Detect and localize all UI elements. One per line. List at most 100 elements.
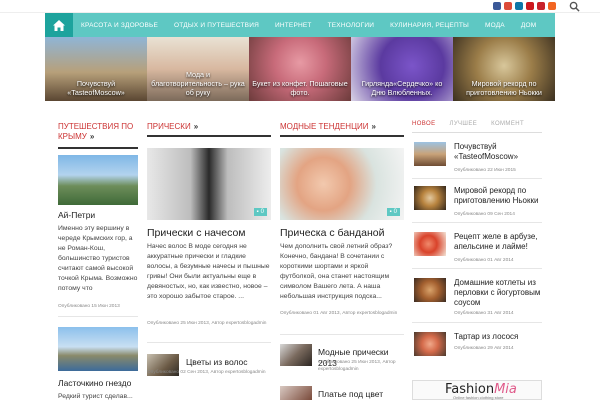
slide[interactable]: Букет из конфет. Пошаговые фото. — [249, 37, 351, 101]
sidebar-post[interactable]: Мировой рекорд по приготовлению Ньокки О… — [412, 186, 542, 224]
post-image-ai-petri[interactable] — [58, 155, 138, 205]
youtube-icon[interactable] — [526, 2, 534, 10]
nav-item-cooking[interactable]: КУЛИНАРИЯ, РЕЦЕПТЫ — [382, 22, 477, 29]
sidebar-post[interactable]: Рецепт желе в арбузе, апельсине и лайме!… — [412, 232, 542, 270]
sidebar-post[interactable]: Почувствуй «TasteofMoscow» Опубликовано … — [412, 142, 542, 180]
divider — [280, 334, 404, 335]
divider — [58, 316, 138, 317]
comment-icon: ▪ — [389, 209, 392, 215]
post-title[interactable]: Цветы из волос — [186, 357, 271, 368]
divider — [147, 135, 271, 137]
slide[interactable]: Гирлянда«Сердечко» ко Дню Влюбленных. — [351, 37, 453, 101]
post-excerpt: Редкий турист сделав... — [58, 393, 133, 400]
section-heading[interactable]: ПУТЕШЕСТВИЯ ПО КРЫМУ» — [58, 122, 138, 142]
slide-caption[interactable]: Гирлянда«Сердечко» ко Дню Влюбленных. — [351, 79, 453, 97]
sidebar-post-title[interactable]: Мировой рекорд по приготовлению Ньокки — [454, 186, 544, 206]
sidebar-post-title[interactable]: Рецепт желе в арбузе, апельсине и лайме! — [454, 232, 544, 252]
post-meta: Опубликовано 01 Авг 2013, Автор expertos… — [280, 311, 398, 316]
nav-item-technology[interactable]: ТЕХНОЛОГИИ — [320, 22, 383, 29]
featured-slider: Почувствуй «TasteofMoscow» Мода и благот… — [45, 37, 555, 101]
section-heading-text[interactable]: ПУТЕШЕСТВИЯ ПО КРЫМУ — [58, 122, 133, 141]
post-title[interactable]: Ай-Петри — [58, 210, 138, 221]
comment-count-badge[interactable]: ▪ 0 — [386, 208, 400, 216]
post-image-bandana[interactable]: ▪ 0 — [280, 148, 404, 220]
post-title[interactable]: Платье под цвет волос — [318, 389, 404, 400]
google-plus-icon[interactable] — [504, 2, 512, 10]
sidebar-tabs: НОВОЕ ЛУЧШЕЕ КОММЕНТ — [412, 121, 542, 133]
sidebar-post-meta: Опубликовано 09 Сен 2014 — [454, 212, 515, 217]
divider — [280, 135, 404, 137]
home-icon — [53, 19, 65, 31]
comment-count: 0 — [260, 209, 264, 215]
post-meta: Опубликовано 25 Июн 2013, Автор expertos… — [147, 321, 267, 326]
sidebar-post-thumb[interactable] — [414, 232, 446, 256]
divider — [147, 342, 271, 343]
section-heading-text[interactable]: МОДНЫЕ ТЕНДЕНЦИИ — [280, 122, 369, 131]
divider — [58, 147, 138, 149]
chevron-right-icon: » — [371, 122, 376, 131]
nav-item-home[interactable]: ДОМ — [513, 22, 544, 29]
top-bar — [0, 0, 600, 13]
sidebar-post[interactable]: Тартар из лосося Опубликовано 29 Авг 201… — [412, 332, 542, 370]
chevron-right-icon: » — [89, 132, 95, 141]
post-title[interactable]: Прически с начесом — [147, 227, 271, 240]
sidebar-post-meta: Опубликовано 29 Авг 2014 — [454, 346, 514, 351]
post-image-swallows-nest[interactable] — [58, 327, 138, 371]
post-excerpt: Именно эту вершину в череде Крымских гор… — [58, 225, 138, 292]
nav-item-travel[interactable]: ОТДЫХ И ПУТЕШЕСТВИЯ — [166, 22, 267, 29]
slide[interactable]: Мода и благотворительность – рука об рук… — [147, 37, 249, 101]
search-icon[interactable] — [569, 1, 580, 12]
post-title[interactable]: Прическа с банданой — [280, 227, 404, 240]
post-excerpt: Начес волос В моде сегодня не аккуратные… — [147, 243, 270, 300]
section-heading[interactable]: МОДНЫЕ ТЕНДЕНЦИИ» — [280, 122, 404, 132]
slide-caption[interactable]: Мировой рекорд по приготовлению Ньокки — [453, 79, 555, 97]
divider — [412, 178, 542, 179]
pinterest-icon[interactable] — [537, 2, 545, 10]
post-meta: Опубликовано 15 Июн 2013 — [58, 304, 120, 309]
sidebar-post-thumb[interactable] — [414, 186, 446, 210]
post-title[interactable]: Ласточкино гнездо — [58, 378, 138, 389]
post-meta: Опубликовано 02 Сен 2013, Автор expertos… — [147, 370, 266, 375]
post-image-backcomb[interactable]: ▪ 0 — [147, 148, 271, 220]
slide-caption[interactable]: Букет из конфет. Пошаговые фото. — [249, 79, 351, 97]
sidebar-post-thumb[interactable] — [414, 332, 446, 356]
tab-best[interactable]: ЛУЧШЕЕ — [449, 121, 477, 132]
sidebar-post-meta: Опубликовано 22 Июн 2015 — [454, 168, 516, 173]
section-heading[interactable]: ПРИЧЕСКИ» — [147, 122, 271, 132]
comment-count: 0 — [393, 209, 397, 215]
ad-tagline: Online fashion clothing store — [453, 395, 504, 400]
divider — [412, 222, 542, 223]
comment-count-badge[interactable]: ▪ 0 — [253, 208, 267, 216]
sidebar-post-thumb[interactable] — [414, 278, 446, 302]
sidebar-post-title[interactable]: Тартар из лосося — [454, 332, 544, 342]
tab-comments[interactable]: КОММЕНТ — [491, 121, 524, 132]
main-nav: КРАСОТА И ЗДОРОВЬЕ ОТДЫХ И ПУТЕШЕСТВИЯ И… — [45, 13, 555, 37]
sidebar-post[interactable]: Домашние котлеты из перловки с йогуртовы… — [412, 278, 542, 316]
nav-item-fashion[interactable]: МОДА — [477, 22, 513, 29]
slide[interactable]: Почувствуй «TasteofMoscow» — [45, 37, 147, 101]
linkedin-icon[interactable] — [515, 2, 523, 10]
rss-icon[interactable] — [548, 2, 556, 10]
sidebar-post-thumb[interactable] — [414, 142, 446, 166]
comment-icon: ▪ — [256, 209, 259, 215]
section-heading-text[interactable]: ПРИЧЕСКИ — [147, 122, 191, 131]
divider — [412, 268, 542, 269]
slide-caption[interactable]: Почувствуй «TasteofMoscow» — [45, 79, 147, 97]
chevron-right-icon: » — [193, 122, 199, 131]
nav-item-internet[interactable]: ИНТЕРНЕТ — [267, 22, 320, 29]
post-meta: Опубликовано 25 Июн 2013, Автор expertos… — [318, 360, 396, 372]
advertisement-banner[interactable]: FashionMia Online fashion clothing store — [412, 380, 542, 400]
social-links — [493, 2, 556, 10]
slide[interactable]: Мировой рекорд по приготовлению Ньокки — [453, 37, 555, 101]
post-thumb-dress-hair-color[interactable] — [280, 386, 312, 400]
sidebar-post-title[interactable]: Почувствуй «TasteofMoscow» — [454, 142, 544, 162]
home-button[interactable] — [45, 13, 73, 37]
nav-item-beauty[interactable]: КРАСОТА И ЗДОРОВЬЕ — [73, 22, 166, 29]
tab-new[interactable]: НОВОЕ — [412, 121, 435, 132]
slide-caption[interactable]: Мода и благотворительность – рука об рук… — [147, 70, 249, 97]
sidebar-post-meta: Опубликовано 01 Авг 2014 — [454, 258, 514, 263]
facebook-icon[interactable] — [493, 2, 501, 10]
sidebar-post-title[interactable]: Домашние котлеты из перловки с йогуртовы… — [454, 278, 544, 308]
divider — [412, 322, 542, 323]
post-thumb-hairstyles-2013[interactable] — [280, 344, 312, 366]
